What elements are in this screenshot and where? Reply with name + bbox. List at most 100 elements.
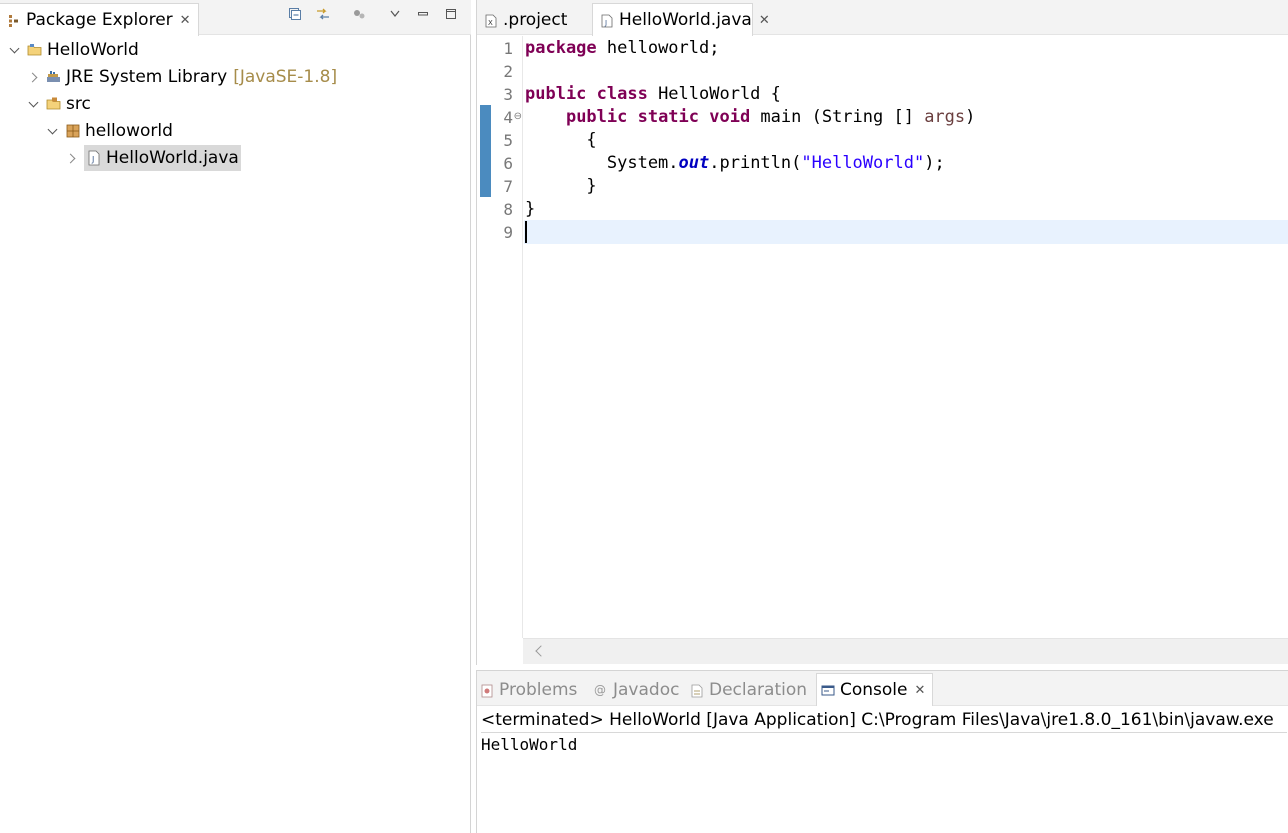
console-output[interactable]: HelloWorld	[481, 733, 577, 757]
code-line-6: System.out.println("HelloWorld");	[525, 152, 945, 175]
code-text: )	[965, 107, 976, 127]
xml-file-icon: X	[484, 13, 498, 27]
expanded-chevron-icon[interactable]	[8, 43, 22, 57]
package-icon	[65, 123, 81, 139]
static-field: out	[678, 153, 710, 173]
tab-label: Javadoc	[613, 679, 680, 700]
tree-item-jre-library[interactable]: JRE System Library [JavaSE-1.8]	[27, 64, 337, 90]
line-number-ruler: 1 2 3 4 ⊖ 5 6 7 8 9	[491, 36, 523, 638]
line-number: 2	[503, 62, 513, 81]
tab-label: Problems	[499, 679, 578, 700]
tab-label: Console	[840, 680, 908, 700]
horizontal-scrollbar[interactable]	[523, 638, 1288, 664]
minimize-icon[interactable]	[415, 6, 431, 22]
declaration-icon	[690, 683, 704, 697]
tree-item-label: helloworld	[85, 121, 173, 141]
code-line-4: public static void main (String [] args)	[525, 106, 975, 129]
collapsed-chevron-icon[interactable]	[65, 151, 79, 165]
svg-text:X: X	[488, 19, 493, 27]
link-with-editor-icon[interactable]	[315, 6, 331, 22]
code-line-7: }	[525, 176, 597, 196]
problems-icon	[480, 683, 494, 697]
tree-item-package[interactable]: helloworld	[46, 118, 173, 144]
close-console-icon[interactable]: ✕	[915, 683, 926, 698]
project-folder-icon	[27, 42, 43, 58]
library-version-decoration: [JavaSE-1.8]	[233, 67, 338, 87]
console-status-line: <terminated> HelloWorld [Java Applicatio…	[481, 707, 1287, 733]
code-text: helloworld;	[596, 38, 720, 58]
line-number: 5	[503, 131, 513, 150]
selected-tree-item[interactable]: J HelloWorld.java	[84, 145, 241, 171]
tree-item-label: JRE System Library	[66, 67, 228, 87]
line-number: 1	[503, 39, 513, 58]
package-explorer-icon	[7, 13, 21, 27]
java-file-icon: J	[600, 13, 614, 28]
fold-collapse-icon[interactable]: ⊖	[514, 111, 522, 122]
keyword: public static void	[565, 107, 751, 127]
code-editor[interactable]: 1 2 3 4 ⊖ 5 6 7 8 9 package helloworld; …	[477, 36, 1288, 638]
line-number: 4	[503, 108, 513, 127]
expanded-chevron-icon[interactable]	[46, 124, 60, 138]
change-marker	[480, 105, 491, 197]
collapsed-chevron-icon[interactable]	[27, 70, 41, 84]
console-icon	[821, 683, 835, 697]
tree-item-label: HelloWorld	[47, 40, 139, 60]
library-icon	[46, 69, 62, 85]
editor-area: X .project J HelloWorld.java ✕ 1 2 3 4 ⊖…	[476, 0, 1288, 665]
line-number: 8	[503, 200, 513, 219]
view-toolbar	[287, 6, 459, 22]
tab-javadoc[interactable]: @ Javadoc	[594, 673, 679, 706]
collapse-all-icon[interactable]	[287, 6, 303, 22]
tab-problems[interactable]: Problems	[480, 673, 577, 706]
console-panel: Problems @ Javadoc Declaration Console ✕…	[476, 670, 1288, 833]
expanded-chevron-icon[interactable]	[27, 97, 41, 111]
keyword: public class	[525, 84, 648, 104]
bottom-tab-bar: Problems @ Javadoc Declaration Console ✕	[477, 671, 1288, 706]
tab-label: .project	[503, 9, 568, 30]
java-file-icon: J	[86, 150, 102, 166]
svg-text:J: J	[604, 19, 607, 27]
tab-package-explorer[interactable]: Package Explorer ✕	[0, 3, 199, 36]
tree-item-label: HelloWorld.java	[106, 148, 239, 168]
line-number: 9	[503, 223, 513, 242]
code-text: System.	[525, 153, 679, 173]
tab-label: Declaration	[709, 679, 808, 700]
tab-console[interactable]: Console ✕	[816, 673, 933, 706]
line-number: 3	[503, 85, 513, 104]
scroll-left-icon[interactable]	[533, 644, 547, 658]
code-line-3: public class HelloWorld {	[525, 83, 781, 106]
overview-ruler	[477, 36, 491, 638]
code-line-8: }	[525, 199, 536, 219]
line-number: 6	[503, 154, 513, 173]
tree-item-java-file[interactable]: J HelloWorld.java	[65, 145, 241, 171]
close-package-explorer-icon[interactable]: ✕	[180, 13, 191, 28]
code-line-1: package helloworld;	[525, 37, 719, 60]
parameter: args	[924, 107, 966, 127]
tab-project-file[interactable]: X .project	[477, 3, 591, 36]
current-line-highlight	[524, 220, 1288, 244]
source-folder-icon	[46, 96, 62, 112]
code-text: );	[924, 153, 945, 173]
code-text: main (String []	[750, 107, 925, 127]
text-caret	[525, 221, 527, 243]
string-literal: "HelloWorld"	[801, 153, 925, 173]
svg-text:J: J	[91, 155, 94, 164]
javadoc-icon: @	[594, 682, 606, 697]
code-line-5: {	[525, 130, 597, 150]
tab-label: HelloWorld.java	[619, 10, 752, 30]
package-explorer-view: Package Explorer ✕ HelloWorld JRE System…	[0, 0, 471, 833]
view-menu-chevron-down-icon[interactable]	[387, 6, 403, 22]
tab-declaration[interactable]: Declaration	[690, 673, 807, 706]
tree-item-project[interactable]: HelloWorld	[8, 37, 139, 63]
package-explorer-title: Package Explorer	[26, 10, 173, 30]
focus-icon[interactable]	[351, 6, 367, 22]
code-text: HelloWorld {	[647, 84, 781, 104]
tree-item-src[interactable]: src	[27, 91, 91, 117]
maximize-icon[interactable]	[443, 6, 459, 22]
close-tab-icon[interactable]: ✕	[759, 13, 770, 28]
code-text: .println(	[709, 153, 802, 173]
package-explorer-header: Package Explorer ✕	[0, 0, 471, 36]
editor-tab-bar: X .project J HelloWorld.java ✕	[477, 0, 1288, 36]
tab-helloworld-java[interactable]: J HelloWorld.java ✕	[592, 3, 770, 36]
